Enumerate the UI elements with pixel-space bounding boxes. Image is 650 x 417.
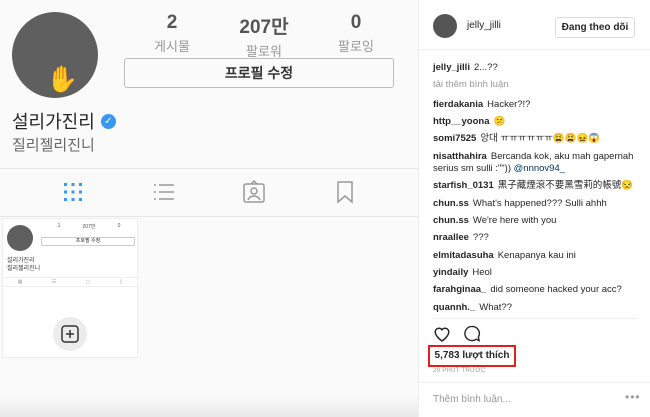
comment: elmitadasuha Kenapanya kau ini [433, 250, 645, 262]
comment-user[interactable]: http__yoona [433, 116, 489, 127]
stat-posts: 2 게시물 [132, 12, 212, 55]
thumbnail-list-icon: ☰ [51, 279, 57, 285]
divider [0, 168, 418, 169]
divider [433, 318, 637, 319]
comment-user[interactable]: starfish_0131 [433, 180, 494, 191]
comment-user[interactable]: chun.ss [433, 215, 469, 226]
post-author-avatar[interactable] [433, 14, 457, 38]
comment: nraallee??? [433, 232, 645, 244]
post-author-username[interactable]: jelly_jilli [467, 20, 501, 31]
stat-posts-count: 2 [166, 12, 178, 33]
comment-user[interactable]: nraallee [433, 232, 469, 243]
comment-user[interactable]: farahginaa_ [433, 284, 486, 295]
comment-text: 앙대 ㅠㅠㅠㅠㅠㅠ😩😩😖😱 [480, 133, 601, 145]
thumbnail-stat: 1 [57, 223, 61, 229]
bottom-fade [0, 395, 418, 417]
stat-followers-count: 207만 [239, 17, 289, 38]
hand-icon: ✋ [46, 64, 79, 94]
comment-text: Heol [472, 267, 492, 279]
tab-list[interactable] [149, 177, 179, 207]
add-comment-input[interactable]: Thêm bình luận... [433, 394, 511, 405]
profile-thumbnail: 1 207만 0 프로필 수정 설리가진리 질리젤리진니 ▦ ☰ ◻ ▯ [2, 218, 138, 358]
post-header: jelly_jilli Đang theo dõi [419, 0, 650, 50]
caption: jelly_jilli 2...?? [433, 62, 645, 74]
thumbnail-bio: 질리젤리진니 [7, 266, 41, 272]
heart-icon[interactable] [433, 325, 451, 342]
thumbnail-grid-icon: ▦ [17, 279, 23, 285]
thumbnail-avatar [7, 225, 33, 251]
comment: quannh._ What?? [433, 302, 645, 314]
comment-text: 😕 [493, 116, 506, 128]
thumbnail-bookmark-icon: ▯ [119, 279, 123, 285]
divider [419, 382, 650, 383]
comment: yindaily Heol [433, 267, 645, 279]
comment-user[interactable]: nisatthahira [433, 151, 487, 162]
comment-text: 2...?? [473, 62, 498, 73]
edit-profile-button[interactable]: 프로필 수정 [124, 58, 394, 88]
comment-user[interactable]: quannh._ [433, 302, 475, 313]
comment: somi7525 앙대 ㅠㅠㅠㅠㅠㅠ😩😩😖😱 [433, 133, 645, 145]
tab-tagged[interactable] [239, 177, 269, 207]
profile-tabs [0, 170, 418, 214]
comment-text: We're here with you [472, 215, 557, 227]
post-actions [433, 325, 481, 342]
stat-posts-label: 게시물 [154, 39, 190, 54]
comment-user[interactable]: fierdakania [433, 99, 483, 110]
comment-user[interactable]: jelly_jilli [433, 62, 470, 73]
post-timestamp: 29 PHÚT TRƯỚC [433, 368, 486, 374]
stat-following-label: 팔로잉 [338, 39, 374, 54]
list-icon [153, 184, 174, 200]
comment-text: 黑子藏煙滾不要黑雪莉的帳號😒 [497, 180, 634, 192]
comment-text: Kenapanya kau ini [497, 249, 576, 261]
comment-user[interactable]: chun.ss [433, 198, 469, 209]
stat-following[interactable]: 0 팔로잉 [316, 12, 396, 55]
comment-text: What?? [479, 301, 512, 313]
stat-followers[interactable]: 207만 팔로워 [224, 12, 304, 60]
comment: http__yoona 😕 [433, 116, 645, 128]
tab-grid[interactable] [58, 177, 88, 207]
profile-panel: ✋ 2 게시물 207만 팔로워 0 팔로잉 프로필 수정 설리가진리 ✓ 질리… [0, 0, 418, 417]
profile-avatar[interactable]: ✋ [12, 12, 98, 98]
comment: chun.ss What's happened??? Sulli ahhh [433, 198, 645, 210]
comment-text: What's happened??? Sulli ahhh [472, 197, 607, 209]
comment: chun.ss We're here with you [433, 215, 645, 227]
thumbnail-stat: 0 [117, 223, 121, 229]
profile-name: 설리가진리 [12, 112, 95, 132]
comment-text: did someone hacked your acc? [490, 284, 622, 296]
tagged-user-icon [243, 180, 265, 203]
profile-name-row: 설리가진리 ✓ [12, 108, 116, 134]
comment-mention[interactable]: @nnnov94_ [514, 163, 565, 174]
load-more-comments[interactable]: tải thêm bình luận [433, 79, 645, 91]
comment-list: jelly_jilli 2...?? tải thêm bình luận fie… [433, 62, 645, 319]
comment: fierdakania Hacker?!? [433, 99, 645, 111]
comment-text: Hacker?!? [487, 98, 531, 110]
comment: nisatthahira Bercanda kok, aku mah gapern… [433, 151, 645, 176]
thumbnail-stat: 207만 [82, 224, 96, 230]
grid-icon [64, 183, 83, 201]
comment-text: ??? [472, 232, 489, 244]
profile-bio: 질리젤리진니 [12, 137, 95, 154]
comment-user[interactable]: yindaily [433, 267, 468, 278]
bookmark-icon [337, 181, 353, 204]
thumbnail-edit-button: 프로필 수정 [41, 237, 135, 246]
more-options-icon[interactable]: ••• [625, 390, 641, 404]
following-button[interactable]: Đang theo dõi [555, 17, 635, 38]
thumbnail-tabs: ▦ ☰ ◻ ▯ [3, 277, 137, 287]
divider [0, 216, 418, 217]
verified-icon: ✓ [100, 113, 116, 129]
comment-icon[interactable] [463, 325, 481, 342]
comment: starfish_0131 黑子藏煙滾不要黑雪莉的帳號😒 [433, 180, 645, 192]
thumbnail-tagged-icon: ◻ [85, 279, 90, 285]
add-photo-icon [53, 317, 87, 351]
likes-count[interactable]: 5,783 lượt thích [428, 345, 516, 367]
comment: farahginaa_ did someone hacked your acc? [433, 284, 645, 296]
tab-saved[interactable] [330, 177, 360, 207]
stat-following-count: 0 [350, 12, 362, 33]
comment-user[interactable]: elmitadasuha [433, 250, 494, 261]
comment-user[interactable]: somi7525 [433, 133, 476, 144]
